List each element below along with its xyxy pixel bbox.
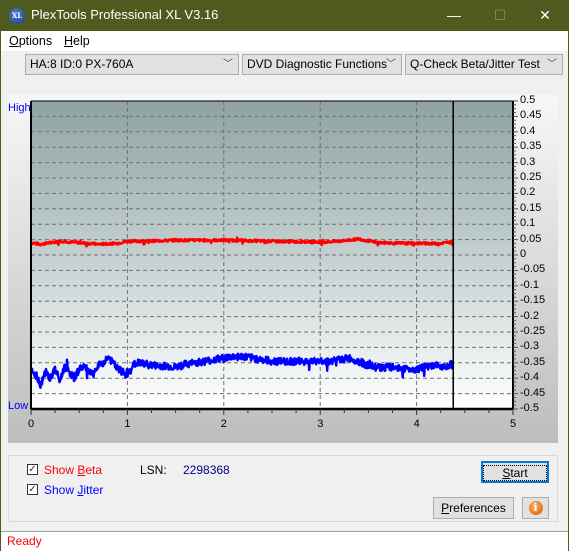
y-tick-label: -0.5 [520, 402, 539, 414]
status-text: Ready [7, 534, 42, 548]
y-tick-label: 0.05 [520, 232, 542, 245]
show-beta-label-post: eta [85, 463, 103, 477]
info-icon: i [528, 501, 543, 515]
preferences-accel: P [441, 501, 450, 515]
show-beta-label[interactable]: Show Beta [44, 463, 102, 477]
x-tick-label: 0 [28, 418, 35, 430]
status-bar: Ready [1, 531, 568, 551]
x-tick-label: 2 [220, 418, 227, 430]
y-tick-label: -0.3 [520, 340, 539, 353]
show-jitter-label[interactable]: Show Jitter [44, 483, 103, 497]
y-tick-label: -0.45 [520, 386, 546, 399]
lsn-value: 2298368 [183, 463, 230, 477]
show-jitter-checkbox[interactable]: ✓ [27, 484, 38, 495]
y-tick-label: 0 [520, 248, 527, 260]
y-tick-label: 0.5 [520, 94, 536, 106]
preferences-rest: references [449, 501, 506, 515]
y-tick-label: 0.1 [520, 217, 536, 230]
y-tick-label: -0.15 [520, 294, 546, 307]
y-tick-label: -0.05 [520, 263, 546, 276]
x-tick-label: 4 [413, 418, 420, 430]
y-tick-label: -0.35 [520, 355, 546, 368]
y-tick-label: 0.25 [520, 171, 542, 183]
show-beta-label-pre: Show [44, 463, 78, 477]
x-tick-label: 5 [510, 418, 517, 430]
show-beta-checkbox[interactable]: ✓ [27, 464, 38, 475]
start-button[interactable]: Start [481, 461, 549, 483]
app-window: XL PlexTools Professional XL V3.16 — ☐ ✕… [0, 0, 569, 551]
y-tick-label: -0.25 [520, 325, 546, 337]
y-tick-label: 0.4 [520, 124, 536, 137]
x-tick-label: 3 [317, 418, 324, 430]
info-button[interactable]: i [522, 497, 549, 519]
y-tick-label: 0.3 [520, 155, 536, 168]
y-tick-label: -0.1 [520, 278, 539, 291]
start-rest: tart [510, 466, 528, 480]
start-button-label: Start [483, 465, 547, 481]
y-tick-label: 0.45 [520, 109, 542, 122]
show-jitter-label-pre: Show [44, 483, 78, 497]
y-tick-label: 0.15 [520, 201, 542, 214]
y-tick-label: 0.2 [520, 186, 536, 199]
show-jitter-label-post: itter [83, 483, 104, 497]
lsn-label: LSN: [140, 463, 167, 477]
preferences-button[interactable]: Preferences [433, 497, 514, 519]
y-tick-label: -0.2 [520, 309, 539, 322]
y-tick-label: 0.35 [520, 140, 542, 153]
y-tick-label: -0.4 [520, 371, 539, 384]
x-tick-label: 1 [124, 418, 131, 430]
